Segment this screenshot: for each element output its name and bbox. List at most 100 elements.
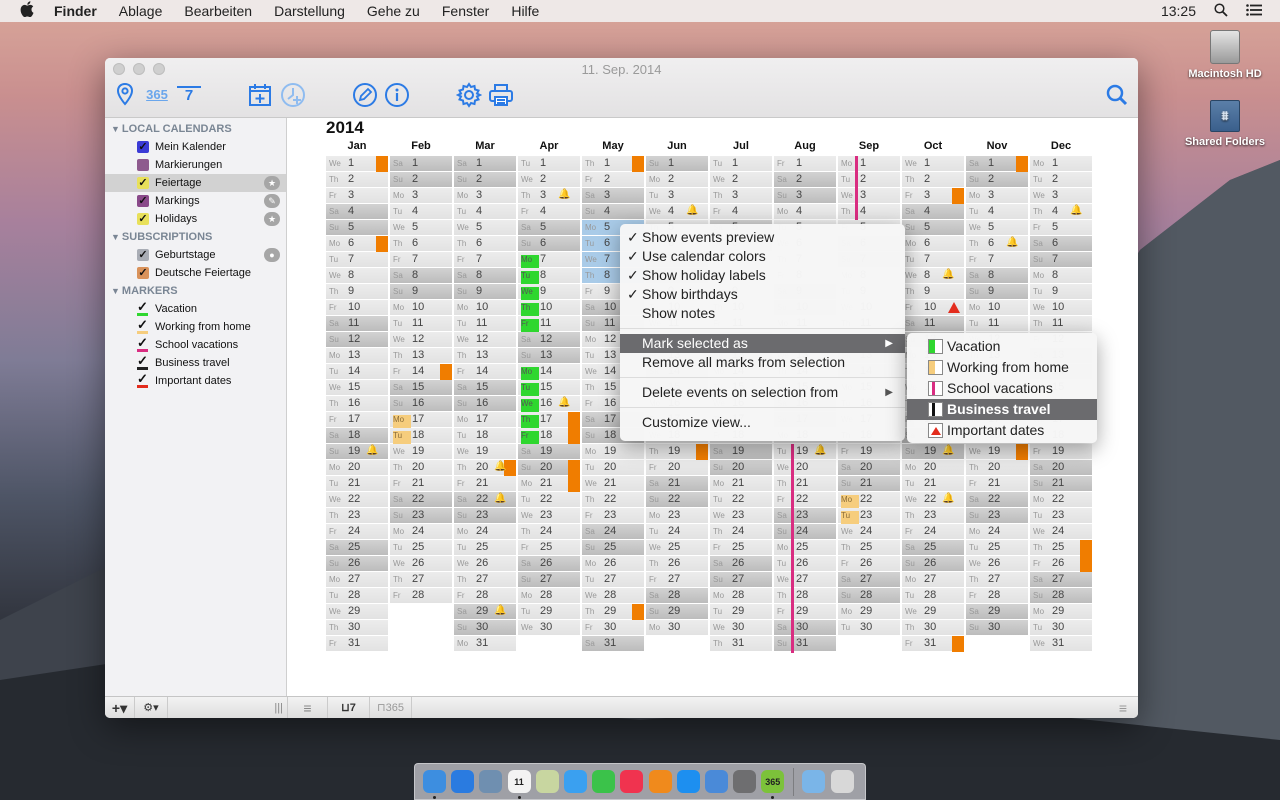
dock-app-ibooks[interactable]	[648, 770, 672, 793]
day-cell[interactable]: Mo 3	[966, 188, 1028, 204]
day-cell[interactable]: We 22	[326, 492, 388, 508]
day-cell[interactable]: Tu 18	[454, 428, 516, 444]
day-cell[interactable]: Mo 17	[454, 412, 516, 428]
menu-clock[interactable]: 13:25	[1161, 3, 1196, 19]
day-cell[interactable]: Mo 1	[838, 156, 900, 173]
day-cell[interactable]: We 4 🔔	[646, 204, 708, 220]
day-cell[interactable]: Th 16	[326, 396, 388, 412]
list-toggle-button[interactable]: ≡	[288, 697, 328, 718]
day-cell[interactable]: We 5	[966, 220, 1028, 236]
submenu-item-business-travel[interactable]: Business travel	[907, 399, 1097, 420]
day-cell[interactable]: Su 9	[390, 284, 452, 300]
day-cell[interactable]: Su 25	[582, 540, 644, 556]
day-cell[interactable]: Fr 10	[326, 300, 388, 316]
day-cell[interactable]: Tu 2	[838, 172, 900, 189]
day-cell[interactable]: Sa 2	[774, 172, 836, 188]
day-cell[interactable]: Su 9	[966, 284, 1028, 300]
day-cell[interactable]: Mo 8	[1030, 268, 1092, 284]
sidebar-item-markings[interactable]: ✓ Markings ✎	[105, 192, 286, 210]
day-cell[interactable]: We 3	[838, 188, 900, 205]
menu-item-show-birthdays[interactable]: ✓ Show birthdays	[620, 285, 905, 304]
day-cell[interactable]: Su 1	[646, 156, 708, 172]
day-cell[interactable]: We 8 🔔	[902, 268, 964, 284]
dock-app-safari[interactable]	[451, 770, 475, 793]
day-cell[interactable]: Fr 29	[774, 604, 836, 621]
day-cell[interactable]: Th 27	[966, 572, 1028, 588]
day-cell[interactable]: Tu 11	[966, 316, 1028, 332]
print-button[interactable]	[488, 82, 514, 108]
dock-app-mail[interactable]	[479, 770, 503, 793]
day-cell[interactable]: We 12	[454, 332, 516, 348]
day-cell[interactable]: Sa 19	[710, 444, 772, 460]
day-cell[interactable]: Mo 28	[518, 588, 580, 604]
day-cell[interactable]: Fr 25	[710, 540, 772, 556]
submenu-item-important-dates[interactable]: Important dates	[907, 420, 1097, 441]
day-cell[interactable]: Fr 20	[646, 460, 708, 476]
dock-app-system-preferences[interactable]	[733, 770, 757, 793]
day-cell[interactable]: Th 9	[902, 284, 964, 300]
day-cell[interactable]: Su 21	[838, 476, 900, 492]
day-cell[interactable]: Mo 24	[454, 524, 516, 540]
day-cell[interactable]: Tu 19 🔔	[774, 444, 836, 461]
day-cell[interactable]: Th 4	[838, 204, 900, 221]
day-cell[interactable]: Th 13	[390, 348, 452, 364]
dock-app-itunes[interactable]	[620, 770, 644, 793]
day-cell[interactable]: Sa 22 🔔	[454, 492, 516, 508]
day-cell[interactable]: We 19	[966, 444, 1028, 460]
day-cell[interactable]: Fr 25	[518, 540, 580, 556]
day-cell[interactable]: Mo 26	[582, 556, 644, 572]
day-cell[interactable]: Fr 7	[390, 252, 452, 268]
day-cell[interactable]: Fr 22	[774, 492, 836, 509]
day-cell[interactable]: Tu 1	[518, 156, 580, 172]
day-cell[interactable]: Th 30	[326, 620, 388, 636]
sidebar-item-feiertage[interactable]: ✓ Feiertage ★	[105, 174, 286, 192]
day-cell[interactable]: Tu 28	[902, 588, 964, 604]
day-cell[interactable]: Fr 10	[902, 300, 964, 316]
day-cell[interactable]: Th 28	[774, 588, 836, 605]
sidebar-item-deutsche-feiertage[interactable]: ✓ Deutsche Feiertage	[105, 264, 286, 282]
day-cell[interactable]: Su 16	[454, 396, 516, 412]
day-cell[interactable]: Fr11	[518, 316, 580, 332]
calendar-checkbox[interactable]: ✓	[137, 249, 149, 261]
dock-app-messages[interactable]	[563, 770, 587, 793]
week-view-button[interactable]: 7	[177, 86, 201, 104]
day-cell[interactable]: Mo 3	[454, 188, 516, 204]
day-cell[interactable]: Fr 19	[1030, 444, 1092, 460]
day-cell[interactable]: Tu8	[518, 268, 580, 284]
day-cell[interactable]: Mo 24	[966, 524, 1028, 540]
day-cell[interactable]: Tu 24	[646, 524, 708, 540]
sidebar-item-geburtstage[interactable]: ✓ Geburtstage ●	[105, 246, 286, 264]
day-cell[interactable]: We9	[518, 284, 580, 300]
day-cell[interactable]: We 16 🔔	[518, 396, 580, 412]
day-cell[interactable]: We 30	[710, 620, 772, 636]
day-cell[interactable]: Tu 27	[582, 572, 644, 588]
day-cell[interactable]: Sa 4	[326, 204, 388, 220]
day-cell[interactable]: Sa 5	[518, 220, 580, 236]
day-cell[interactable]: We 1	[326, 156, 388, 172]
day-cell[interactable]: Th 3	[710, 188, 772, 204]
day-cell[interactable]: Fr 30	[582, 620, 644, 636]
day-cell[interactable]: Su 23	[390, 508, 452, 524]
spotlight-icon[interactable]	[1214, 2, 1228, 20]
sidebar-resize-handle[interactable]: |||	[168, 697, 288, 718]
day-cell[interactable]: Fr 28	[966, 588, 1028, 604]
menu-bearbeiten[interactable]: Bearbeiten	[184, 3, 252, 19]
day-cell[interactable]: Th 6	[390, 236, 452, 252]
day-cell[interactable]: We 2	[710, 172, 772, 188]
day-cell[interactable]: Tu 28	[326, 588, 388, 604]
menu-ablage[interactable]: Ablage	[119, 3, 163, 19]
sidebar-gear-button[interactable]: ⚙▾	[135, 697, 168, 718]
menu-item-mark-selected-as[interactable]: Mark selected as ▶	[620, 334, 905, 353]
day-cell[interactable]: Mo 6	[326, 236, 388, 252]
day-cell[interactable]: We 19	[454, 444, 516, 460]
window-resize-handle[interactable]: ≡	[1108, 697, 1138, 718]
day-cell[interactable]: Sa 6	[1030, 236, 1092, 252]
day-cell[interactable]: We 23	[518, 508, 580, 524]
day-cell[interactable]: Tu 30	[838, 620, 900, 636]
day-cell[interactable]: Tu 21	[326, 476, 388, 492]
day-cell[interactable]: Sa 28	[646, 588, 708, 604]
menu-item-use-calendar-colors[interactable]: ✓ Use calendar colors	[620, 247, 905, 266]
sidebar-item-school-vacations[interactable]: ✓ School vacations	[105, 336, 286, 354]
day-cell[interactable]: Mo 6	[902, 236, 964, 252]
day-cell[interactable]: Th 24	[518, 524, 580, 540]
